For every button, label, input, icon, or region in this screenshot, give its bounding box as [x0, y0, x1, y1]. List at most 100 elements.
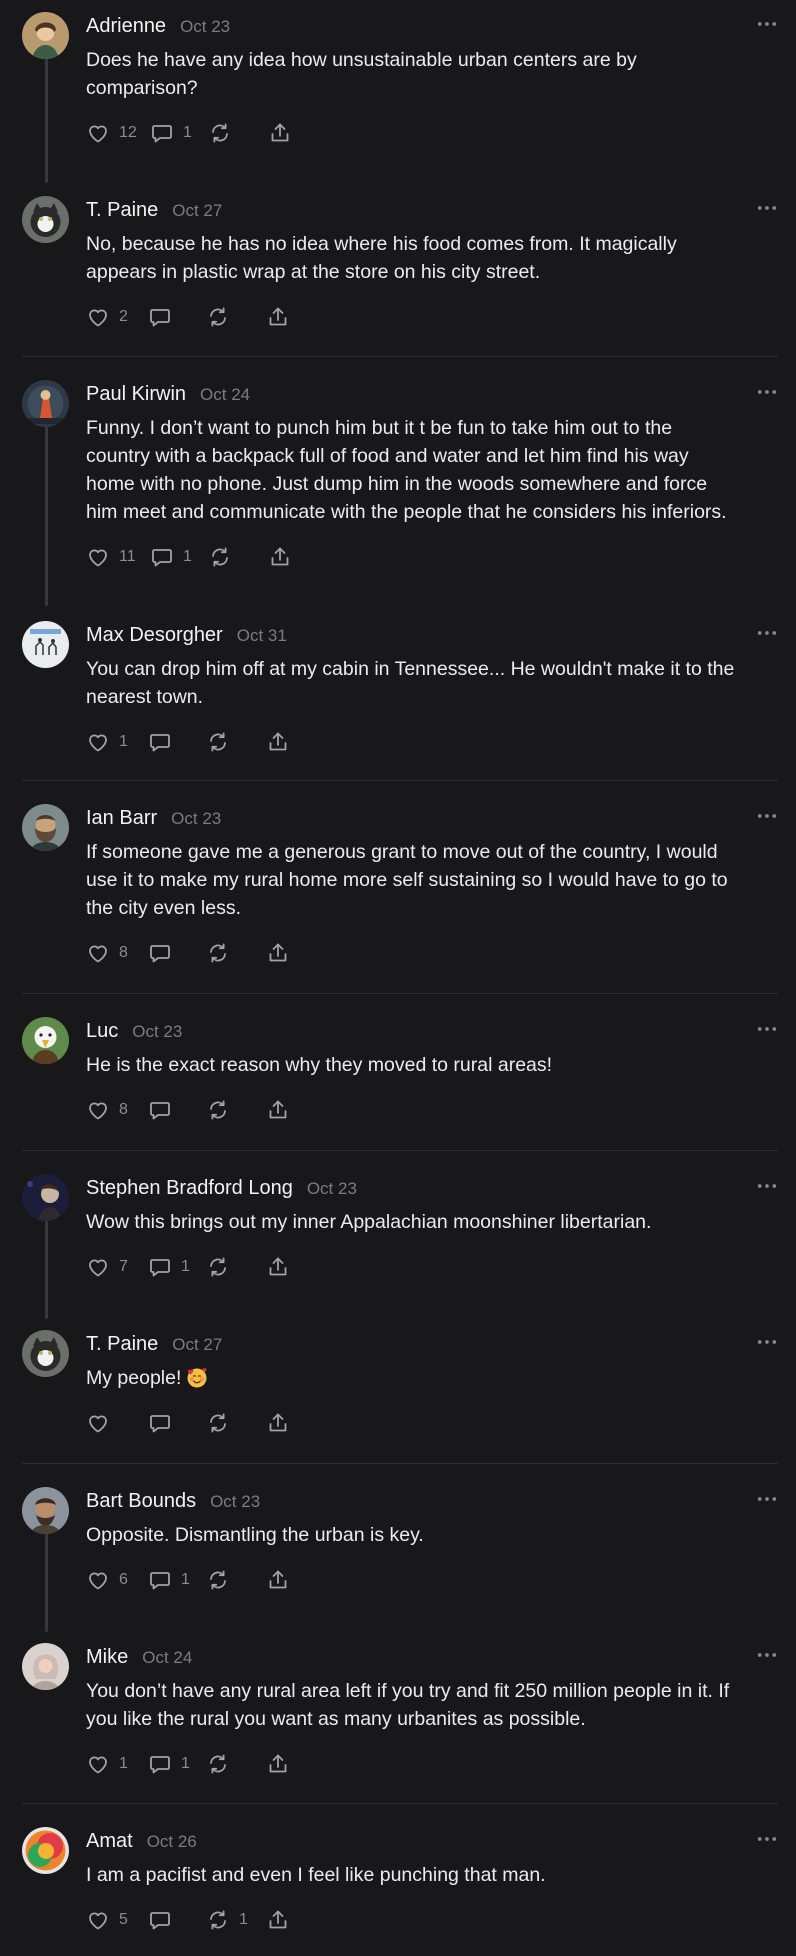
repost-icon [206, 1098, 230, 1122]
author-name[interactable]: Luc [86, 1020, 118, 1043]
avatar[interactable] [22, 1827, 69, 1874]
more-options-icon[interactable] [756, 1332, 778, 1352]
author-name[interactable]: Bart Bounds [86, 1490, 196, 1513]
post-text-content: Funny. I don’t want to punch him but it … [86, 417, 727, 523]
repost-icon [206, 941, 230, 965]
post-date[interactable]: Oct 26 [147, 1832, 197, 1852]
share-button[interactable] [268, 118, 292, 148]
reply-button[interactable] [148, 302, 172, 332]
avatar[interactable] [22, 1487, 69, 1534]
like-button[interactable]: 2 [86, 302, 128, 332]
author-name[interactable]: Amat [86, 1830, 133, 1853]
like-button[interactable]: 7 [86, 1252, 128, 1282]
post-date[interactable]: Oct 23 [171, 809, 221, 829]
post-header: T. Paine Oct 27 [86, 199, 222, 223]
author-name[interactable]: T. Paine [86, 1333, 158, 1356]
post-date[interactable]: Oct 24 [200, 385, 250, 405]
reply-button[interactable] [148, 727, 172, 757]
more-options-icon[interactable] [756, 1176, 778, 1196]
share-button[interactable] [266, 1905, 290, 1935]
like-button[interactable]: 8 [86, 1095, 128, 1125]
post-header: Paul Kirwin Oct 24 [86, 383, 250, 407]
post-text-content: Does he have any idea how unsustainable … [86, 49, 637, 99]
post-date[interactable]: Oct 23 [210, 1492, 260, 1512]
heart-icon [86, 1752, 110, 1776]
repost-button[interactable] [206, 938, 230, 968]
share-button[interactable] [266, 1095, 290, 1125]
avatar[interactable] [22, 380, 69, 427]
post-date[interactable]: Oct 24 [142, 1648, 192, 1668]
reply-button[interactable]: 1 [148, 1252, 190, 1282]
reply-button[interactable]: 1 [148, 1749, 190, 1779]
post-text: You can drop him off at my cabin in Tenn… [86, 655, 782, 711]
post-date[interactable]: Oct 23 [132, 1022, 182, 1042]
avatar[interactable] [22, 1643, 69, 1690]
more-options-icon[interactable] [756, 1489, 778, 1509]
like-button[interactable]: 8 [86, 938, 128, 968]
post-date[interactable]: Oct 23 [180, 17, 230, 37]
more-options-icon[interactable] [756, 1829, 778, 1849]
like-button[interactable]: 1 [86, 1749, 128, 1779]
repost-button[interactable] [206, 1749, 230, 1779]
post-text: Opposite. Dismantling the urban is key. [86, 1521, 782, 1549]
author-name[interactable]: Paul Kirwin [86, 383, 186, 406]
avatar[interactable] [22, 621, 69, 668]
share-button[interactable] [266, 938, 290, 968]
repost-button[interactable] [206, 727, 230, 757]
repost-button[interactable] [206, 1252, 230, 1282]
more-options-icon[interactable] [756, 382, 778, 402]
repost-button[interactable] [208, 542, 232, 572]
author-name[interactable]: Stephen Bradford Long [86, 1177, 293, 1200]
more-options-icon[interactable] [756, 623, 778, 643]
share-button[interactable] [266, 302, 290, 332]
like-button[interactable]: 1 [86, 727, 128, 757]
share-button[interactable] [266, 1565, 290, 1595]
reply-button[interactable]: 1 [148, 1565, 190, 1595]
post-date[interactable]: Oct 31 [237, 626, 287, 646]
repost-button[interactable] [206, 1408, 230, 1438]
like-button[interactable]: 5 [86, 1905, 128, 1935]
author-name[interactable]: T. Paine [86, 199, 158, 222]
avatar[interactable] [22, 804, 69, 851]
avatar[interactable] [22, 1330, 69, 1377]
post-header: T. Paine Oct 27 [86, 1333, 222, 1357]
reply-button[interactable] [148, 938, 172, 968]
author-name[interactable]: Adrienne [86, 15, 166, 38]
more-options-icon[interactable] [756, 806, 778, 826]
reply-button[interactable] [148, 1095, 172, 1125]
more-options-icon[interactable] [756, 14, 778, 34]
repost-button[interactable] [206, 1565, 230, 1595]
more-options-icon[interactable] [756, 1645, 778, 1665]
author-name[interactable]: Max Desorgher [86, 624, 223, 647]
avatar[interactable] [22, 1174, 69, 1221]
avatar[interactable] [22, 12, 69, 59]
like-count: 1 [119, 733, 128, 750]
post-date[interactable]: Oct 23 [307, 1179, 357, 1199]
share-button[interactable] [266, 727, 290, 757]
repost-button[interactable] [206, 302, 230, 332]
reply-button[interactable]: 1 [150, 118, 192, 148]
like-button[interactable]: 11 [86, 542, 136, 572]
author-name[interactable]: Mike [86, 1646, 128, 1669]
reply-button[interactable] [148, 1408, 172, 1438]
avatar[interactable] [22, 196, 69, 243]
share-button[interactable] [266, 1252, 290, 1282]
like-button[interactable] [86, 1408, 110, 1438]
reply-button[interactable] [148, 1905, 172, 1935]
reply-button[interactable]: 1 [150, 542, 192, 572]
author-name[interactable]: Ian Barr [86, 807, 157, 830]
like-button[interactable]: 12 [86, 118, 137, 148]
share-button[interactable] [268, 542, 292, 572]
share-button[interactable] [266, 1408, 290, 1438]
more-options-icon[interactable] [756, 198, 778, 218]
post-date[interactable]: Oct 27 [172, 1335, 222, 1355]
avatar[interactable] [22, 1017, 69, 1064]
repost-button[interactable]: 1 [206, 1905, 248, 1935]
like-button[interactable]: 6 [86, 1565, 128, 1595]
post-date[interactable]: Oct 27 [172, 201, 222, 221]
more-options-icon[interactable] [756, 1019, 778, 1039]
repost-button[interactable] [208, 118, 232, 148]
heart-icon [86, 1568, 110, 1592]
repost-button[interactable] [206, 1095, 230, 1125]
share-button[interactable] [266, 1749, 290, 1779]
